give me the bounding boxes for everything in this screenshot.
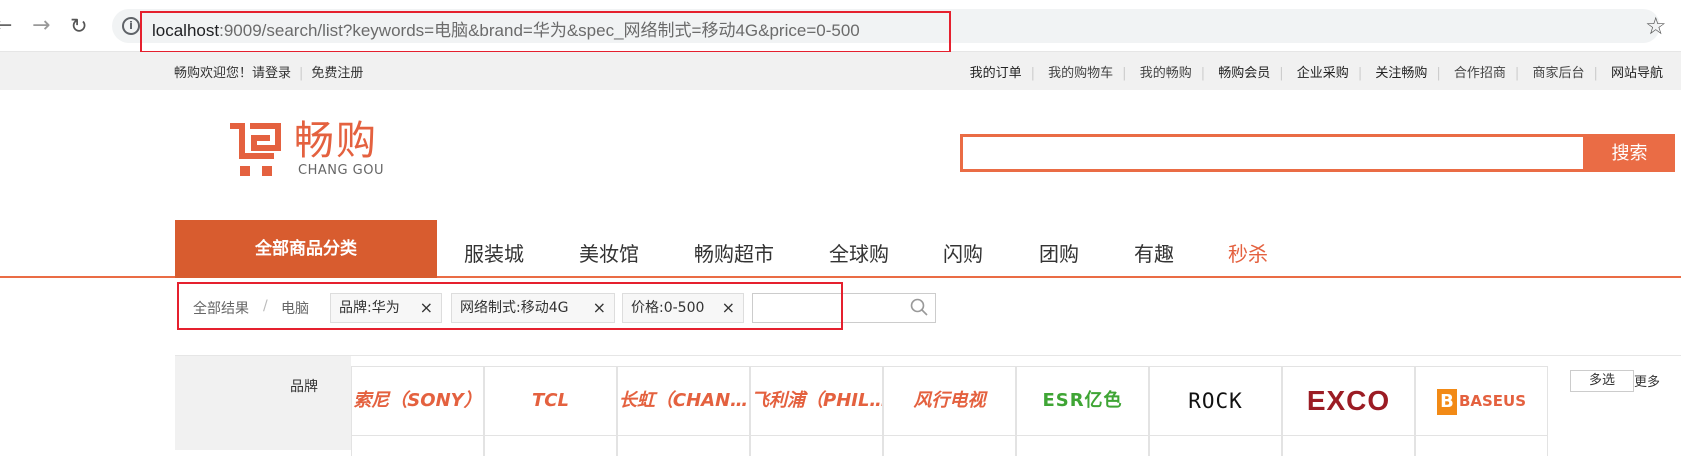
bookmark-star-icon[interactable]: ☆: [1645, 12, 1667, 40]
multi-select-button[interactable]: 多选: [1570, 370, 1634, 392]
baseus-b-icon: B: [1436, 388, 1457, 415]
login-link[interactable]: 请登录: [252, 66, 291, 81]
welcome-area: 畅购欢迎您！请登录 | 免费注册: [174, 62, 363, 81]
more-button[interactable]: 更多: [1634, 371, 1660, 390]
brand-esr[interactable]: ESR亿色: [1016, 366, 1149, 436]
my-changgou-link[interactable]: 我的畅购: [1140, 66, 1192, 81]
brand-rock[interactable]: ROCK: [1149, 366, 1282, 436]
search-button[interactable]: 搜索: [1584, 134, 1675, 172]
divider: |: [1436, 66, 1441, 81]
nav-item-global[interactable]: 全球购: [829, 238, 889, 267]
brand-sony[interactable]: 索尼（SONY）: [351, 366, 484, 436]
merchant-link[interactable]: 商家后台: [1532, 66, 1584, 81]
esr-logo: ESR亿色: [1042, 390, 1123, 411]
divider: |: [1122, 66, 1127, 81]
brand-cell-row2: [1282, 436, 1415, 456]
site-logo[interactable]: 畅购 CHANG GOU: [228, 118, 398, 180]
brand-changhong[interactable]: 长虹（CHAN…: [617, 366, 750, 436]
logo-english: CHANG GOU: [298, 163, 384, 178]
divider: |: [1279, 66, 1284, 81]
brand-cell-row2: [1149, 436, 1282, 456]
nav-item-seckill[interactable]: 秒杀: [1228, 238, 1268, 267]
site-nav-link[interactable]: 网站导航: [1611, 66, 1663, 81]
top-shortcut-bar: 畅购欢迎您！请登录 | 免费注册 我的订单 | 我的购物车 | 我的畅购 | 畅购会员 | …: [0, 52, 1681, 90]
category-nav: 全部商品分类 服装城 美妆馆 畅购超市 全球购 闪购 团购 有趣 秒杀: [0, 220, 1681, 278]
member-link[interactable]: 畅购会员: [1218, 66, 1270, 81]
brand-cell-row2: [484, 436, 617, 456]
forward-arrow-icon[interactable]: →: [32, 14, 50, 38]
brand-cell-row2: [1415, 436, 1548, 456]
url-highlight-box: [140, 11, 951, 53]
brand-label-cell: [175, 356, 351, 450]
follow-link[interactable]: 关注畅购: [1375, 66, 1427, 81]
brand-cell-row2: [1016, 436, 1149, 456]
brand-cell-row2: [617, 436, 750, 456]
search-input[interactable]: [960, 134, 1586, 172]
brand-funtv[interactable]: 风行电视: [883, 366, 1016, 436]
divider: |: [1200, 66, 1206, 81]
nav-item-fun[interactable]: 有趣: [1134, 238, 1174, 267]
shortcut-links: 我的订单 | 我的购物车 | 我的畅购 | 畅购会员 | 企业采购 | 关注畅购 | 合作招…: [970, 62, 1663, 81]
baseus-text: BASEUS: [1458, 392, 1527, 410]
divider: |: [1030, 66, 1036, 81]
rock-logo: ROCK: [1188, 389, 1243, 413]
brand-grid: 索尼（SONY） TCL 长虹（CHAN… 飞利浦（PHIL… 风行电视 ESR…: [351, 366, 1548, 456]
partner-link[interactable]: 合作招商: [1454, 66, 1506, 81]
nav-item-supermarket[interactable]: 畅购超市: [694, 238, 774, 267]
divider: |: [1514, 66, 1520, 81]
nav-item-clothing[interactable]: 服装城: [464, 238, 524, 267]
nav-item-beauty[interactable]: 美妆馆: [579, 238, 639, 267]
enterprise-link[interactable]: 企业采购: [1297, 66, 1349, 81]
back-arrow-icon[interactable]: ←: [0, 14, 12, 38]
divider: |: [1357, 66, 1363, 81]
divider: |: [1593, 66, 1598, 81]
logo-chinese: 畅购: [294, 118, 378, 164]
reload-icon[interactable]: ↻: [70, 14, 88, 38]
filter-highlight-box: [177, 282, 843, 330]
brand-philips[interactable]: 飞利浦（PHIL…: [750, 366, 883, 436]
baseus-logo: B BASEUS: [1436, 388, 1527, 415]
search-icon[interactable]: [910, 298, 928, 316]
cart-logo-icon: [230, 123, 281, 176]
brand-cell-row2: [351, 436, 484, 456]
info-icon[interactable]: i: [122, 17, 140, 35]
brand-cell-row2: [883, 436, 1016, 456]
nav-item-flash[interactable]: 闪购: [943, 238, 983, 267]
register-link[interactable]: 免费注册: [311, 66, 363, 81]
welcome-text: 畅购欢迎您！: [174, 66, 253, 81]
all-categories-button[interactable]: 全部商品分类: [175, 220, 437, 278]
brand-baseus[interactable]: B BASEUS: [1415, 366, 1548, 436]
my-cart-link[interactable]: 我的购物车: [1048, 66, 1113, 81]
brand-label: 品牌: [290, 379, 318, 395]
brand-exco[interactable]: EXCO: [1282, 366, 1415, 436]
brand-cell-row2: [750, 436, 883, 456]
divider: |: [299, 66, 304, 81]
my-orders-link[interactable]: 我的订单: [970, 66, 1022, 81]
nav-item-group[interactable]: 团购: [1039, 238, 1079, 267]
brand-tcl[interactable]: TCL: [484, 366, 617, 436]
exco-logo: EXCO: [1306, 385, 1391, 416]
browser-toolbar: ← → ↻ i localhost:9009/search/list?keywo…: [0, 0, 1681, 53]
